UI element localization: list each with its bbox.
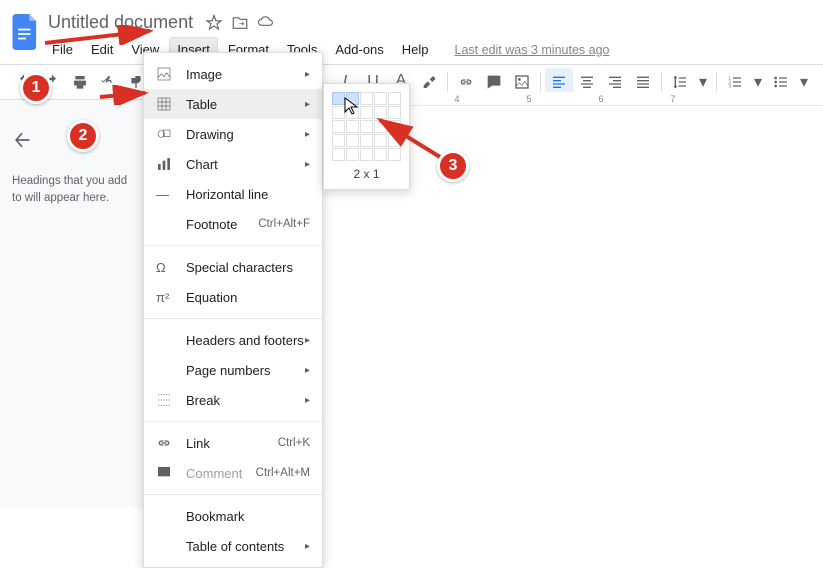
callout-3: 3 — [437, 150, 469, 182]
menu-edit[interactable]: Edit — [83, 37, 121, 62]
hline-icon: — — [156, 187, 176, 202]
cloud-status-icon[interactable] — [257, 14, 275, 32]
outline-pane: Headings that you add to will appear her… — [0, 100, 145, 508]
omega-icon: Ω — [156, 260, 176, 275]
print-button[interactable] — [66, 68, 94, 96]
outline-placeholder: Headings that you add to will appear her… — [12, 173, 133, 208]
comment-icon — [156, 465, 176, 481]
menu-help[interactable]: Help — [394, 37, 437, 62]
star-icon[interactable] — [205, 14, 223, 32]
insert-headers-footers[interactable]: Headers and footers▸ — [144, 325, 322, 355]
insert-toc[interactable]: Table of contents▸ — [144, 531, 322, 561]
document-title[interactable]: Untitled document — [44, 10, 197, 35]
chart-icon — [156, 156, 176, 172]
docs-logo[interactable] — [8, 8, 44, 56]
insert-equation[interactable]: π²Equation — [144, 282, 322, 312]
last-edit-link[interactable]: Last edit was 3 minutes ago — [455, 43, 610, 57]
link-icon — [156, 435, 176, 451]
image-icon — [156, 66, 176, 82]
insert-menu-dropdown: Image▸ Table▸ Drawing▸ Chart▸ —Horizonta… — [143, 52, 323, 568]
insert-drawing[interactable]: Drawing▸ — [144, 119, 322, 149]
table-size-picker[interactable]: 2 x 1 — [323, 83, 410, 190]
table-icon — [156, 96, 176, 112]
insert-break[interactable]: Break▸ — [144, 385, 322, 415]
break-icon — [156, 392, 176, 408]
insert-bookmark[interactable]: Bookmark — [144, 501, 322, 531]
insert-page-numbers[interactable]: Page numbers▸ — [144, 355, 322, 385]
insert-table[interactable]: Table▸ — [144, 89, 322, 119]
drawing-icon — [156, 126, 176, 142]
menu-file[interactable]: File — [44, 37, 81, 62]
svg-text:3: 3 — [728, 83, 731, 88]
spellcheck-button[interactable] — [94, 68, 122, 96]
table-size-label: 2 x 1 — [332, 167, 401, 181]
insert-comment: CommentCtrl+Alt+M — [144, 458, 322, 488]
insert-chart[interactable]: Chart▸ — [144, 149, 322, 179]
insert-footnote[interactable]: FootnoteCtrl+Alt+F — [144, 209, 322, 239]
callout-2: 2 — [67, 120, 99, 152]
cursor-icon — [344, 97, 360, 117]
insert-special-chars[interactable]: ΩSpecial characters — [144, 252, 322, 282]
insert-image[interactable]: Image▸ — [144, 59, 322, 89]
menu-addons[interactable]: Add-ons — [327, 37, 391, 62]
insert-link[interactable]: LinkCtrl+K — [144, 428, 322, 458]
callout-1: 1 — [20, 72, 52, 104]
insert-horizontal-line[interactable]: —Horizontal line — [144, 179, 322, 209]
pi-icon: π² — [156, 290, 176, 305]
move-icon[interactable] — [231, 14, 249, 32]
